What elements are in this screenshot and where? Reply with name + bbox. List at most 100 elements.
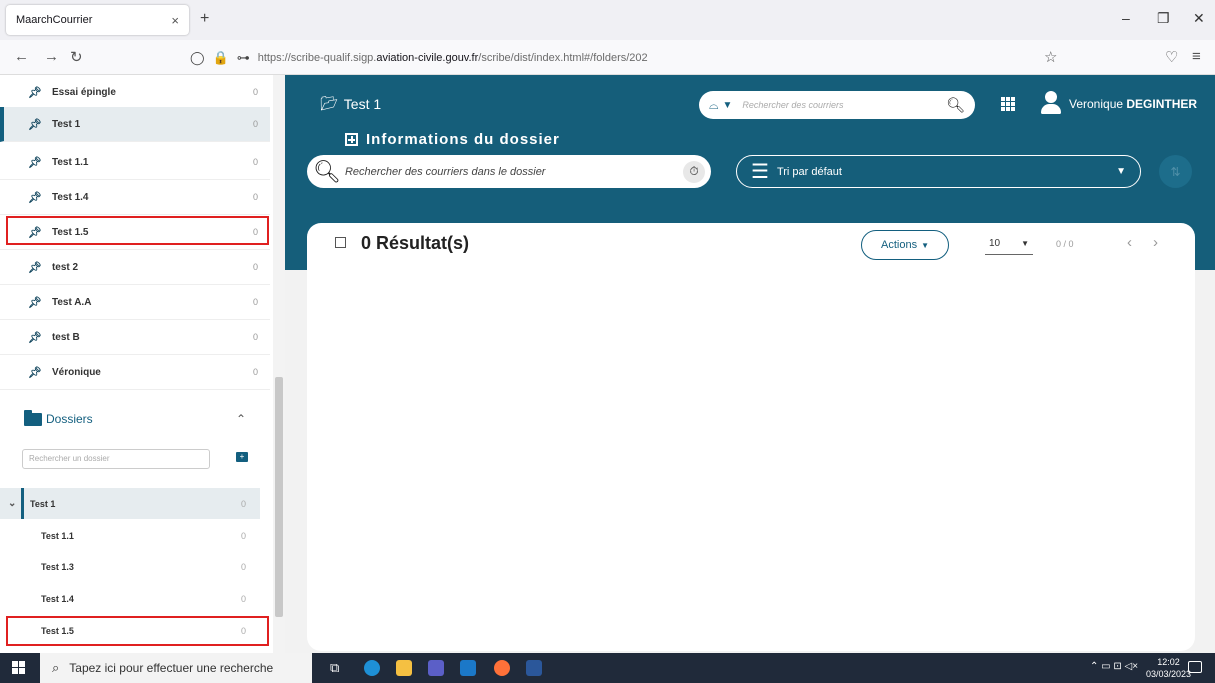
next-page-icon[interactable]: ›: [1153, 234, 1158, 251]
tree-item-label: Test 1.3: [41, 561, 74, 572]
bookmark-star-icon[interactable]: ☆: [1044, 48, 1057, 66]
sort-select[interactable]: ☰ Tri par défaut ▼: [736, 155, 1141, 188]
add-folder-icon[interactable]: +: [236, 452, 248, 462]
notification-icon[interactable]: [1188, 661, 1202, 673]
main-area: 📂︎ Test 1 Informations du dossier ⌓ ▼ Re…: [285, 75, 1215, 653]
pinned-item-count: 0: [252, 332, 258, 342]
pin-icon: 📌︎: [28, 261, 42, 274]
pinned-item-count: 0: [252, 192, 258, 202]
pin-icon: 📌︎: [28, 156, 42, 169]
folder-search[interactable]: 🔍︎ Rechercher des courriers dans le doss…: [307, 155, 711, 188]
pinned-item[interactable]: 📌︎ Test 1.1 0: [0, 145, 270, 180]
pinned-item[interactable]: 📌︎ Test 1.4 0: [0, 180, 270, 215]
search-icon[interactable]: 🔍︎: [946, 96, 965, 114]
chevron-up-icon[interactable]: ⌃: [236, 412, 246, 426]
pinned-item[interactable]: 📌︎ test 2 0: [0, 250, 270, 285]
file-explorer-icon[interactable]: [396, 660, 412, 676]
browser-tabbar: MaarchCourrier × + – ❐ ✕: [0, 0, 1215, 40]
browser-tab[interactable]: MaarchCourrier ×: [6, 5, 189, 35]
tree-item-count: 0: [240, 593, 246, 604]
new-tab-button[interactable]: +: [200, 10, 209, 28]
chevron-down-icon: ▼: [1021, 239, 1029, 248]
per-page-select[interactable]: 10 ▼: [985, 233, 1033, 255]
teams-icon[interactable]: [428, 660, 444, 676]
pinned-item-label: Véronique: [51, 366, 101, 378]
forward-icon[interactable]: →: [44, 48, 59, 65]
select-all-checkbox[interactable]: [335, 237, 346, 248]
previous-page-icon[interactable]: ‹: [1127, 234, 1132, 251]
pin-icon: 📌︎: [28, 331, 42, 344]
page-count: 0 / 0: [1056, 239, 1074, 249]
tab-close-icon[interactable]: ×: [171, 13, 179, 28]
list-icon: ☰: [751, 161, 769, 183]
pin-icon: 📌︎: [28, 296, 42, 309]
sidebar-scrollbar[interactable]: [273, 75, 285, 653]
dossier-search-input[interactable]: Rechercher un dossier: [22, 449, 210, 469]
tree-item[interactable]: Test 1.3 0: [0, 551, 260, 582]
pinned-item-label: Test 1: [51, 118, 81, 130]
tree-item[interactable]: Test 1.1 0: [0, 520, 260, 551]
tree-item-label: Test 1.4: [41, 593, 74, 604]
global-search-input[interactable]: Rechercher des courriers: [742, 100, 946, 110]
tree-item-label: Test 1.1: [41, 530, 74, 541]
user-icon[interactable]: [1041, 91, 1061, 115]
pinned-item[interactable]: 📌︎ test B 0: [0, 320, 270, 355]
shield-icon[interactable]: ◯: [190, 50, 205, 66]
clock[interactable]: 12:02 03/03/2023: [1146, 656, 1191, 680]
word-icon[interactable]: [526, 660, 542, 676]
folder-icon: [24, 409, 42, 426]
pinned-item-label: Test 1.1: [51, 156, 89, 168]
dossiers-header[interactable]: Dossiers ⌃: [24, 407, 264, 431]
search-icon: ⌕: [52, 660, 60, 675]
pocket-icon[interactable]: ♡: [1165, 48, 1178, 66]
folder-info-toggle[interactable]: Informations du dossier: [345, 131, 560, 148]
lock-icon[interactable]: 🔒: [213, 50, 229, 66]
pinned-item[interactable]: 📌︎ Test A.A 0: [0, 285, 270, 320]
url-bar[interactable]: ◯ 🔒 ⊶ https://scribe-qualif.sigp. aviatio…: [190, 44, 1070, 71]
pinned-item-label: Test A.A: [51, 296, 92, 308]
scrollbar-thumb[interactable]: [275, 377, 283, 617]
key-icon[interactable]: ⊶: [237, 50, 250, 66]
search-icon: 🔍︎: [313, 158, 341, 184]
results-panel: 0 Résultat(s) Actions ▼ 10 ▼ 0 / 0 ‹ ›: [307, 223, 1195, 651]
chevron-down-icon[interactable]: ▼: [723, 100, 733, 111]
windows-start-icon[interactable]: [12, 661, 26, 675]
restore-icon[interactable]: ❐: [1157, 10, 1170, 27]
pinned-item-active[interactable]: 📌︎ Test 1 0: [0, 107, 270, 142]
chevron-down-icon: ▼: [1116, 166, 1126, 177]
inbox-icon[interactable]: ⌓: [709, 98, 719, 113]
stopwatch-icon[interactable]: ⏱: [683, 160, 705, 183]
pinned-item[interactable]: 📌︎ Essai épingle 0: [0, 75, 270, 110]
menu-icon[interactable]: ≡: [1192, 48, 1201, 65]
apps-grid-icon[interactable]: [1001, 97, 1015, 111]
actions-label: Actions: [881, 239, 918, 251]
user-name[interactable]: Veronique DEGINTHER: [1069, 97, 1197, 111]
clock-time: 12:02: [1157, 657, 1180, 667]
url-domain: aviation-civile.gouv.fr: [376, 51, 479, 64]
firefox-icon[interactable]: [494, 660, 510, 676]
outlook-icon[interactable]: [460, 660, 476, 676]
browser-navbar: ← → ↻ ◯ 🔒 ⊶ https://scribe-qualif.sigp. a…: [0, 40, 1215, 75]
back-icon[interactable]: ←: [14, 48, 29, 65]
sort-direction-button[interactable]: ⇅: [1159, 155, 1192, 188]
tab-title: MaarchCourrier: [16, 14, 93, 26]
reload-icon[interactable]: ↻: [70, 48, 83, 66]
pinned-item-count: 0: [252, 262, 258, 272]
taskbar-search[interactable]: ⌕ Tapez ici pour effectuer une recherche: [40, 653, 312, 683]
pin-icon: 📌︎: [28, 366, 42, 379]
pinned-item[interactable]: 📌︎ Véronique 0: [0, 355, 270, 390]
plus-square-icon: [345, 133, 358, 146]
actions-button[interactable]: Actions ▼: [861, 230, 949, 260]
folder-search-input[interactable]: Rechercher des courriers dans le dossier: [345, 166, 683, 178]
pinned-item-count: 0: [252, 157, 258, 167]
taskbar-search-input[interactable]: Tapez ici pour effectuer une recherche: [69, 661, 273, 675]
global-search[interactable]: ⌓ ▼ Rechercher des courriers 🔍︎: [699, 91, 975, 119]
minimize-icon[interactable]: –: [1122, 10, 1130, 26]
system-tray-icons[interactable]: ⌃ ▭ ⊡ ◁×: [1090, 661, 1138, 672]
tree-item[interactable]: Test 1.4 0: [0, 583, 260, 614]
edge-icon[interactable]: [364, 660, 380, 676]
task-view-icon[interactable]: ⧉: [330, 660, 346, 676]
chevron-down-icon[interactable]: ⌄: [8, 498, 16, 509]
tree-item-root[interactable]: ⌄ Test 1 0: [0, 488, 260, 519]
close-window-icon[interactable]: ✕: [1193, 10, 1205, 27]
